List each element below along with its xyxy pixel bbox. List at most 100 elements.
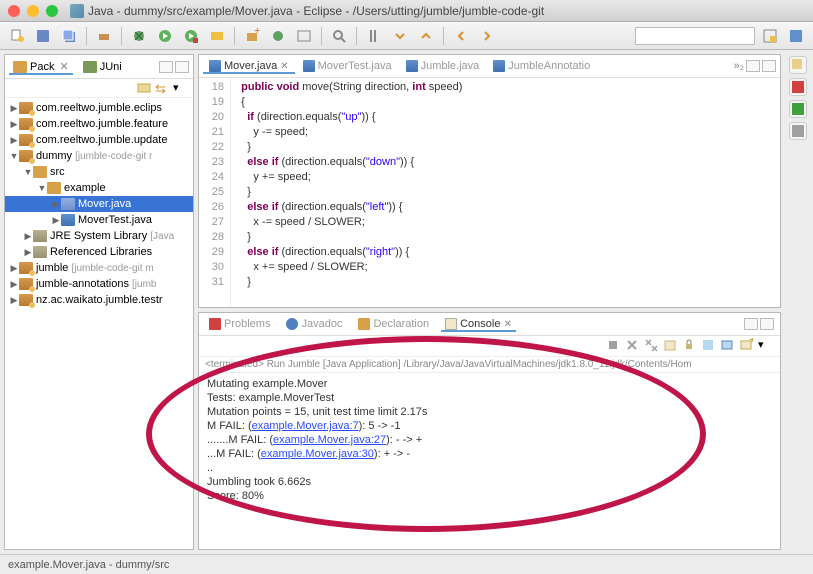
main-toolbar: + <box>0 22 813 50</box>
tree-item-project[interactable]: ▶com.reeltwo.jumble.eclips <box>5 100 193 116</box>
tab-package-explorer[interactable]: Pack ✕ <box>9 58 73 75</box>
java-perspective-button[interactable] <box>785 26 807 46</box>
forward-button[interactable] <box>476 26 498 46</box>
minimize-view-button[interactable] <box>159 61 173 73</box>
tab-label: Console <box>460 318 500 330</box>
tab-label: Problems <box>224 318 270 330</box>
trim-button[interactable] <box>789 78 807 96</box>
terminate-button[interactable] <box>606 338 622 354</box>
editor-tab-movertest[interactable]: MoverTest.java <box>297 58 398 74</box>
coverage-button[interactable] <box>206 26 228 46</box>
tree-item-project[interactable]: ▶com.reeltwo.jumble.update <box>5 132 193 148</box>
console-menu-button[interactable]: ▾ <box>758 338 774 354</box>
tab-console[interactable]: Console✕ <box>441 316 516 332</box>
tree-item-project[interactable]: ▶jumble [jumble-code-git m <box>5 260 193 276</box>
status-text: example.Mover.java - dummy/src <box>8 559 169 571</box>
open-console-button[interactable]: + <box>739 338 755 354</box>
java-file-icon <box>406 60 418 72</box>
toggle-mark-button[interactable] <box>363 26 385 46</box>
line-gutter: 1819202122232425262728293031 <box>199 78 231 307</box>
search-button[interactable] <box>328 26 350 46</box>
tree-item-project[interactable]: ▶com.reeltwo.jumble.feature <box>5 116 193 132</box>
tab-junit[interactable]: JUni <box>79 59 126 75</box>
close-icon[interactable]: ✕ <box>280 61 288 72</box>
prev-annotation-button[interactable] <box>415 26 437 46</box>
build-button[interactable] <box>93 26 115 46</box>
link-editor-button[interactable]: ⇆ <box>155 81 169 95</box>
minimize-editor-button[interactable] <box>746 60 760 72</box>
collapse-all-button[interactable] <box>137 81 151 95</box>
tab-javadoc[interactable]: Javadoc <box>282 316 346 332</box>
open-type-button[interactable] <box>293 26 315 46</box>
java-file-icon <box>303 60 315 72</box>
run-last-button[interactable] <box>180 26 202 46</box>
console-icon <box>445 318 457 330</box>
trim-button[interactable] <box>789 100 807 118</box>
clear-console-button[interactable] <box>663 338 679 354</box>
new-class-button[interactable] <box>267 26 289 46</box>
maximize-editor-button[interactable] <box>762 60 776 72</box>
svg-text:+: + <box>749 338 753 346</box>
close-icon[interactable]: ✕ <box>59 60 68 73</box>
close-icon[interactable]: ✕ <box>503 319 511 330</box>
new-package-button[interactable]: + <box>241 26 263 46</box>
remove-launch-button[interactable] <box>625 338 641 354</box>
declaration-icon <box>358 318 370 330</box>
next-annotation-button[interactable] <box>389 26 411 46</box>
tree-item-ref-libs[interactable]: ▶Referenced Libraries <box>5 244 193 260</box>
new-button[interactable] <box>6 26 28 46</box>
run-button[interactable] <box>154 26 176 46</box>
zoom-icon[interactable] <box>46 5 58 17</box>
save-button[interactable] <box>32 26 54 46</box>
tab-label: Pack <box>30 61 54 73</box>
quick-access-input[interactable] <box>635 27 755 45</box>
tab-label: Javadoc <box>301 318 342 330</box>
outline-view-button[interactable] <box>789 56 807 74</box>
maximize-view-button[interactable] <box>760 318 774 330</box>
svg-text:+: + <box>254 28 260 37</box>
source-link[interactable]: example.Mover.java:30 <box>261 448 374 460</box>
trim-button[interactable] <box>789 122 807 140</box>
editor-tab-mover[interactable]: Mover.java✕ <box>203 58 295 74</box>
code-content[interactable]: public void move(String direction, int s… <box>231 78 780 307</box>
console-launch-label: <terminated> Run Jumble [Java Applicatio… <box>199 357 780 373</box>
tree-item-src[interactable]: ▼src <box>5 164 193 180</box>
tab-problems[interactable]: Problems <box>205 316 274 332</box>
scroll-lock-button[interactable] <box>682 338 698 354</box>
display-console-button[interactable] <box>720 338 736 354</box>
open-perspective-button[interactable] <box>759 26 781 46</box>
editor-tab-jumbleannotation[interactable]: JumbleAnnotatio <box>487 58 596 74</box>
statusbar: example.Mover.java - dummy/src <box>0 554 813 574</box>
source-link[interactable]: example.Mover.java:7 <box>252 420 359 432</box>
tree-item-jre[interactable]: ▶JRE System Library [Java <box>5 228 193 244</box>
java-file-icon <box>209 60 221 72</box>
junit-icon <box>83 61 97 73</box>
editor-tab-jumble[interactable]: Jumble.java <box>400 58 486 74</box>
more-tabs-button[interactable]: »₂ <box>734 60 744 72</box>
tree-item-project-dummy[interactable]: ▼dummy [jumble-code-git r <box>5 148 193 164</box>
tree-item-project[interactable]: ▶jumble-annotations [jumb <box>5 276 193 292</box>
view-menu-button[interactable]: ▾ <box>173 81 187 95</box>
eclipse-icon <box>70 4 84 18</box>
javadoc-icon <box>286 318 298 330</box>
debug-button[interactable] <box>128 26 150 46</box>
problems-icon <box>209 318 221 330</box>
source-link[interactable]: example.Mover.java:27 <box>273 434 386 446</box>
tree-item-package-example[interactable]: ▼example <box>5 180 193 196</box>
save-all-button[interactable] <box>58 26 80 46</box>
package-tree[interactable]: ▶com.reeltwo.jumble.eclips ▶com.reeltwo.… <box>5 98 193 549</box>
maximize-view-button[interactable] <box>175 61 189 73</box>
minimize-view-button[interactable] <box>744 318 758 330</box>
tree-item-project[interactable]: ▶nz.ac.waikato.jumble.testr <box>5 292 193 308</box>
back-button[interactable] <box>450 26 472 46</box>
tab-label: JumbleAnnotatio <box>508 60 590 72</box>
minimize-icon[interactable] <box>27 5 39 17</box>
code-editor[interactable]: 1819202122232425262728293031 public void… <box>199 78 780 307</box>
tree-item-mover-java[interactable]: ▶Mover.java <box>5 196 193 212</box>
close-icon[interactable] <box>8 5 20 17</box>
tab-declaration[interactable]: Declaration <box>354 316 433 332</box>
remove-all-button[interactable] <box>644 338 660 354</box>
tree-item-movertest-java[interactable]: ▶MoverTest.java <box>5 212 193 228</box>
pin-console-button[interactable] <box>701 338 717 354</box>
console-output[interactable]: Mutating example.MoverTests: example.Mov… <box>199 373 780 549</box>
